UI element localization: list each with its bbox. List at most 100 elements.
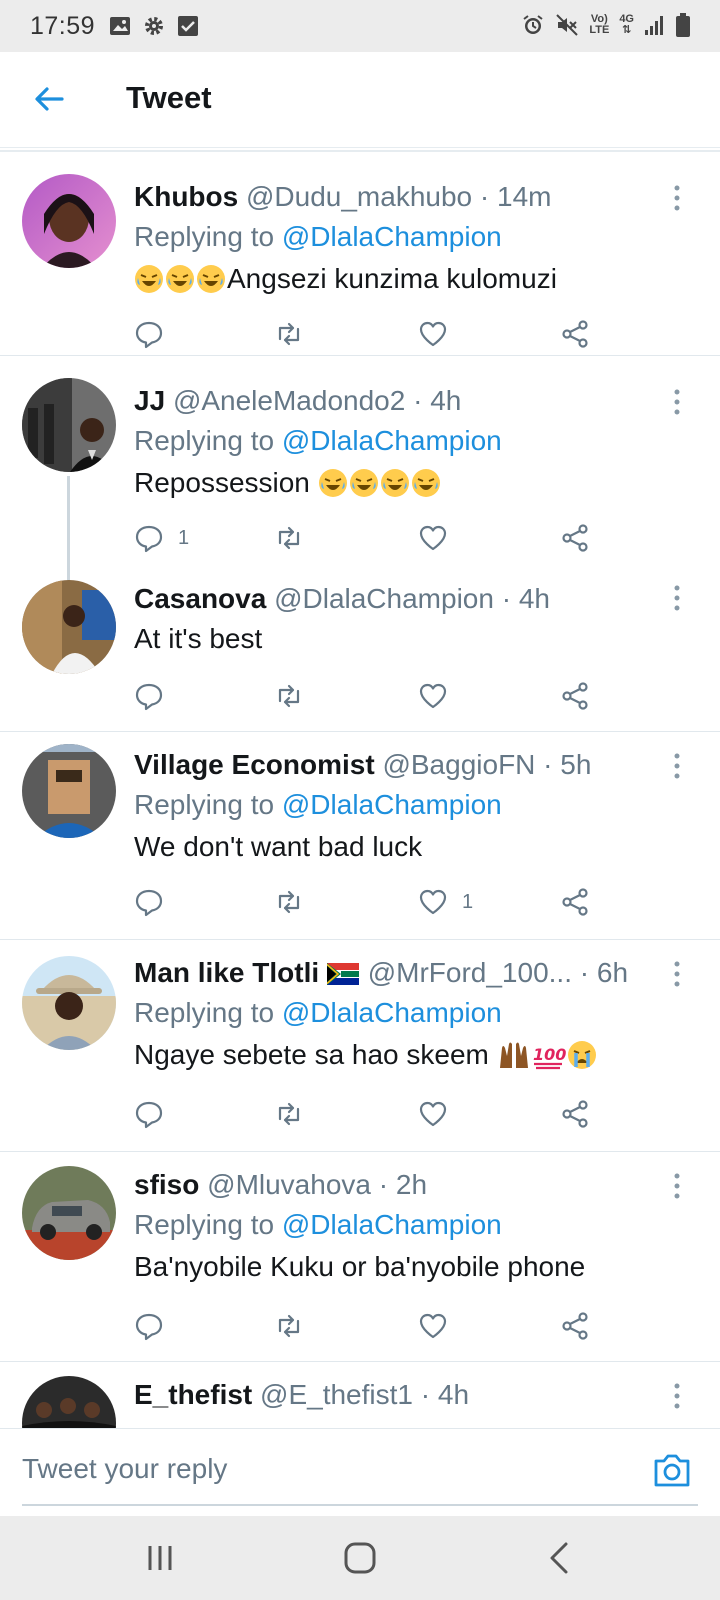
reply-button[interactable] <box>134 1094 178 1134</box>
avatar[interactable] <box>22 1166 116 1260</box>
like-button[interactable]: 1 <box>418 882 473 922</box>
mention-link[interactable]: @DlalaChampion <box>282 221 502 252</box>
retweet-button[interactable] <box>274 676 304 716</box>
tweet-item[interactable]: Man like Tlotli @MrFord_100... · 6h Repl… <box>0 940 720 1152</box>
avatar[interactable] <box>22 744 116 838</box>
tweet-time: · 6h <box>579 957 629 988</box>
svg-text:100: 100 <box>533 1045 566 1064</box>
tweet-actions <box>134 1094 614 1134</box>
author-handle[interactable]: @Mluvahova <box>207 1169 371 1200</box>
avatar[interactable] <box>22 580 116 674</box>
tweet-text: Repossession <box>134 462 660 504</box>
reply-button[interactable] <box>134 882 178 922</box>
page-title: Tweet <box>126 80 212 115</box>
laughing-emoji-icon <box>411 468 441 498</box>
comment-icon <box>135 889 163 917</box>
author-name[interactable]: JJ <box>134 385 165 416</box>
reply-button[interactable] <box>134 1306 178 1346</box>
reply-feed[interactable]: Khubos @Dudu_makhubo · 14m Replying to @… <box>0 150 720 1428</box>
avatar[interactable] <box>22 378 116 472</box>
tweet-text: We don't want bad luck <box>134 831 423 862</box>
author-handle[interactable]: @Dudu_makhubo <box>246 181 472 212</box>
tweet-item[interactable]: E_thefist @E_thefist1 · 4h <box>0 1362 720 1428</box>
tweet-actions <box>134 676 614 716</box>
laughing-emoji-icon <box>165 264 195 294</box>
battery-icon <box>676 13 690 37</box>
author-handle[interactable]: @E_thefist1 <box>260 1379 413 1410</box>
like-button[interactable] <box>418 1306 462 1346</box>
laughing-emoji-icon <box>196 264 226 294</box>
like-button[interactable] <box>418 1094 462 1134</box>
author-name[interactable]: Khubos <box>134 181 238 212</box>
retweet-button[interactable] <box>274 1306 304 1346</box>
author-name[interactable]: E_thefist <box>134 1379 252 1410</box>
like-button[interactable] <box>418 314 462 354</box>
laughing-emoji-icon <box>380 468 410 498</box>
author-name[interactable]: sfiso <box>134 1169 199 1200</box>
tweet-item[interactable]: Village Economist @BaggioFN · 5h Replyin… <box>0 732 720 940</box>
retweet-button[interactable] <box>274 314 304 354</box>
retweet-icon <box>278 526 300 550</box>
tweet-item[interactable]: Khubos @Dudu_makhubo · 14m Replying to @… <box>0 164 720 356</box>
mention-link[interactable]: @DlalaChampion <box>282 1209 502 1240</box>
mention-link[interactable]: @DlalaChampion <box>282 425 502 456</box>
author-handle[interactable]: @MrFord_100... <box>368 957 572 988</box>
kebab-menu-icon[interactable] <box>672 960 682 988</box>
author-handle[interactable]: @DlalaChampion <box>274 583 494 614</box>
network-4g-indicator: 4G ⇅ <box>619 13 634 36</box>
share-button[interactable] <box>560 518 590 558</box>
share-icon <box>562 1312 588 1340</box>
camera-icon[interactable] <box>652 1451 692 1489</box>
avatar[interactable] <box>22 956 116 1050</box>
share-button[interactable] <box>560 882 590 922</box>
kebab-menu-icon[interactable] <box>672 1382 682 1410</box>
back-chevron-icon[interactable] <box>540 1538 580 1578</box>
avatar[interactable] <box>22 1376 116 1428</box>
tweet-text: Angsezi kunzima kulomuzi <box>134 258 660 300</box>
retweet-button[interactable] <box>274 518 304 558</box>
reply-count: 1 <box>178 526 190 549</box>
tweet-item[interactable]: JJ @AneleMadondo2 · 4h Replying to @Dlal… <box>0 368 720 586</box>
like-button[interactable] <box>418 518 462 558</box>
share-button[interactable] <box>560 314 590 354</box>
mention-link[interactable]: @DlalaChampion <box>282 997 502 1028</box>
author-name[interactable]: Village Economist <box>134 749 375 780</box>
replying-label: Replying to <box>134 789 275 820</box>
retweet-icon <box>278 1102 300 1126</box>
author-handle[interactable]: @BaggioFN <box>382 749 535 780</box>
retweet-icon <box>278 890 300 914</box>
reply-composer[interactable]: Tweet your reply <box>0 1428 720 1516</box>
author-name[interactable]: Man like Tlotli <box>134 957 319 988</box>
recent-apps-icon[interactable] <box>140 1538 180 1578</box>
volte-indicator: Vo) LTE <box>589 13 610 36</box>
reply-button[interactable] <box>134 314 178 354</box>
tweet-text: At it's best <box>134 623 263 654</box>
tweet-item[interactable]: sfiso @Mluvahova · 2h Replying to @Dlala… <box>0 1152 720 1362</box>
share-button[interactable] <box>560 676 590 716</box>
share-icon <box>562 524 588 552</box>
retweet-button[interactable] <box>274 882 304 922</box>
tweet-text: Ngaye sebete sa hao skeem 100 <box>134 1034 660 1076</box>
author-name[interactable]: Casanova <box>134 583 266 614</box>
tweet-item[interactable]: Casanova @DlalaChampion · 4h At it's bes… <box>0 576 720 732</box>
reply-button[interactable] <box>134 676 178 716</box>
kebab-menu-icon[interactable] <box>672 388 682 416</box>
share-button[interactable] <box>560 1094 590 1134</box>
thread-connector <box>67 476 70 586</box>
home-icon[interactable] <box>340 1538 380 1578</box>
kebab-menu-icon[interactable] <box>672 184 682 212</box>
arrow-left-icon[interactable] <box>32 82 66 116</box>
kebab-menu-icon[interactable] <box>672 584 682 612</box>
share-button[interactable] <box>560 1306 590 1346</box>
reply-input[interactable]: Tweet your reply <box>22 1453 227 1485</box>
mention-link[interactable]: @DlalaChampion <box>282 789 502 820</box>
like-button[interactable] <box>418 676 462 716</box>
avatar[interactable] <box>22 174 116 268</box>
tweet-time: · 4h <box>420 1379 470 1410</box>
kebab-menu-icon[interactable] <box>672 1172 682 1200</box>
author-handle[interactable]: @AneleMadondo2 <box>173 385 405 416</box>
gallery-icon <box>110 17 131 35</box>
reply-button[interactable]: 1 <box>134 518 189 558</box>
retweet-button[interactable] <box>274 1094 304 1134</box>
kebab-menu-icon[interactable] <box>672 752 682 780</box>
